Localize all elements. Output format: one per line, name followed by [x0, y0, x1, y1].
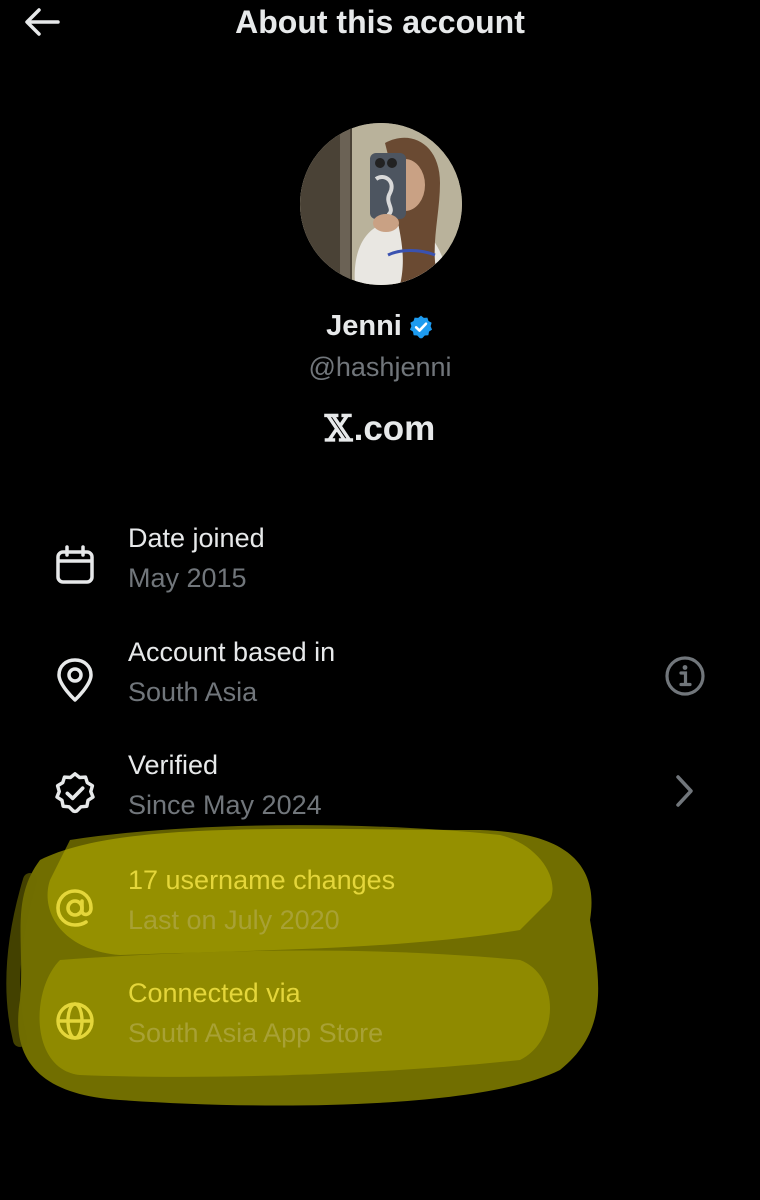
- header-bar: About this account: [0, 0, 760, 46]
- page-title: About this account: [235, 4, 525, 40]
- globe-icon: [50, 996, 100, 1046]
- calendar-icon: [50, 541, 100, 591]
- platform-domain: .com: [353, 409, 436, 448]
- detail-row-connected-via: Connected via South Asia App Store: [0, 978, 760, 1068]
- display-name: Jenni: [326, 310, 402, 342]
- chevron-right-icon: [676, 775, 693, 807]
- row-subtitle: Since May 2024: [128, 790, 322, 820]
- detail-row-location: Account based in South Asia: [0, 637, 760, 727]
- verified-chevron[interactable]: [662, 768, 708, 814]
- row-title: 17 username changes: [128, 865, 396, 895]
- platform-label: 𝕏 .com: [0, 408, 760, 450]
- row-title: Connected via: [128, 978, 301, 1008]
- detail-row-username-changes: 17 username changes Last on July 2020: [0, 865, 760, 955]
- avatar-photo: [300, 123, 462, 285]
- info-button[interactable]: [662, 653, 708, 699]
- handle: @hashjenni: [308, 352, 452, 382]
- row-subtitle: South Asia App Store: [128, 1018, 384, 1048]
- verified-badge-icon: [409, 315, 432, 338]
- row-subtitle: May 2015: [128, 563, 247, 593]
- info-icon: [665, 656, 705, 696]
- verified-icon: [50, 768, 100, 818]
- row-title: Date joined: [128, 523, 265, 553]
- row-subtitle: South Asia: [128, 677, 258, 707]
- name-row: Jenni: [0, 310, 760, 343]
- row-title: Account based in: [128, 637, 336, 667]
- detail-row-date-joined: Date joined May 2015: [0, 523, 760, 613]
- x-logo-icon: 𝕏: [324, 408, 353, 450]
- row-title: Verified: [128, 750, 219, 780]
- detail-row-verified[interactable]: Verified Since May 2024: [0, 750, 760, 840]
- location-pin-icon: [50, 655, 100, 705]
- row-subtitle: Last on July 2020: [128, 905, 340, 935]
- avatar[interactable]: [300, 123, 462, 285]
- at-sign-icon: [50, 883, 100, 933]
